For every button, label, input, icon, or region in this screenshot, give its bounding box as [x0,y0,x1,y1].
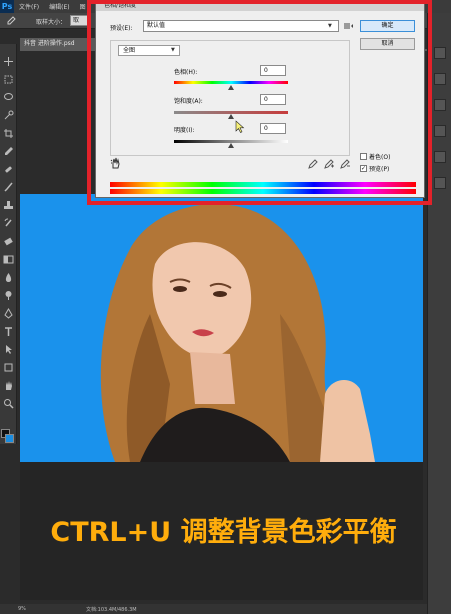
eraser-tool-icon[interactable] [3,236,14,247]
pen-tool-icon[interactable] [3,308,14,319]
sample-size-label: 取样大小： [36,19,67,26]
tools-panel [0,44,17,444]
blur-tool-icon[interactable] [3,272,14,283]
healing-brush-icon[interactable] [3,164,14,175]
lasso-tool-icon[interactable] [3,92,14,103]
move-tool-icon[interactable] [3,56,14,67]
dodge-tool-icon[interactable] [3,290,14,301]
menu-file[interactable]: 文件(F) [14,2,44,11]
eyedropper-tool-icon[interactable] [6,16,16,26]
type-tool-icon[interactable] [3,326,14,337]
zoom-level[interactable]: 9% [18,606,26,612]
marquee-tool-icon[interactable] [3,74,14,85]
panel-button[interactable] [434,125,446,137]
hand-tool-icon[interactable] [3,380,14,391]
photoshop-logo: Ps [0,0,14,13]
panel-button[interactable] [434,73,446,85]
document-info: 文档:103.4M/486.3M [86,607,137,613]
panel-button[interactable] [434,177,446,189]
panel-button[interactable] [434,99,446,111]
eyedropper-icon[interactable] [3,146,14,157]
brush-tool-icon[interactable] [3,182,14,193]
video-caption: CTRL+U 调整背景色彩平衡 [50,517,397,548]
canvas-image[interactable] [20,194,423,462]
background-color-swatch[interactable] [5,434,14,443]
panel-button[interactable] [434,47,446,59]
clone-stamp-icon[interactable] [3,200,14,211]
crop-tool-icon[interactable] [3,128,14,139]
menu-edit[interactable]: 编辑(E) [44,2,74,11]
shape-tool-icon[interactable] [3,362,14,373]
path-select-icon[interactable] [3,344,14,355]
zoom-tool-icon[interactable] [3,398,14,409]
portrait-photo [100,204,375,462]
status-bar: 9% 文档:103.4M/486.3M [0,604,427,614]
quick-select-tool-icon[interactable] [3,110,14,121]
history-brush-icon[interactable] [3,218,14,229]
panel-button[interactable] [434,151,446,163]
gradient-tool-icon[interactable] [3,254,14,265]
highlight-frame [87,0,432,205]
